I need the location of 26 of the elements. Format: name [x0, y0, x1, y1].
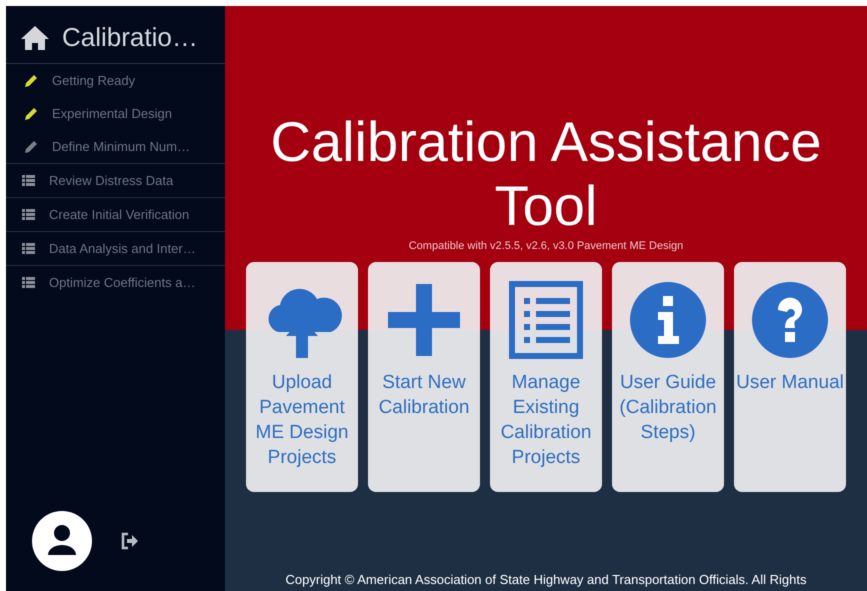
- list-icon: [22, 276, 35, 288]
- menu-card[interactable]: User Manual: [734, 262, 846, 492]
- menu-card[interactable]: User Guide (Calibration Steps): [612, 262, 724, 492]
- question-icon: [750, 280, 830, 360]
- list-icon: [22, 242, 35, 254]
- home-icon[interactable]: [20, 24, 50, 50]
- logout-icon[interactable]: [120, 532, 138, 550]
- sidebar-item[interactable]: Getting Ready: [52, 73, 136, 88]
- list-icon: [22, 208, 35, 220]
- sidebar-item[interactable]: Data Analysis and Inter…: [49, 241, 196, 256]
- hero-title: Calibration Assistance Tool: [270, 110, 822, 238]
- menu-card[interactable]: Manage Existing Calibration Projects: [490, 262, 602, 492]
- sidebar-item[interactable]: Define Minimum Num…: [52, 139, 190, 154]
- menu-card[interactable]: Start New Calibration: [368, 262, 480, 492]
- app-title: Calibratio…: [62, 22, 198, 53]
- menu-card[interactable]: Upload Pavement ME Design Projects: [246, 262, 358, 492]
- list-icon: [506, 280, 586, 360]
- list-icon: [22, 174, 35, 186]
- info-icon: [628, 280, 708, 360]
- copyright-text: Copyright © American Association of State Highway and Transportation Officials. All Rights: [286, 572, 806, 589]
- avatar-icon[interactable]: [32, 511, 92, 571]
- sidebar-item[interactable]: Review Distress Data: [49, 173, 174, 188]
- sidebar-item[interactable]: Optimize Coefficients a…: [49, 275, 196, 290]
- hero-subtitle: Compatible with v2.5.5, v2.6, v3.0 Pavement ME Design: [408, 240, 684, 252]
- sidebar-item[interactable]: Experimental Design: [52, 106, 172, 121]
- sidebar-item[interactable]: Create Initial Verification: [49, 207, 190, 222]
